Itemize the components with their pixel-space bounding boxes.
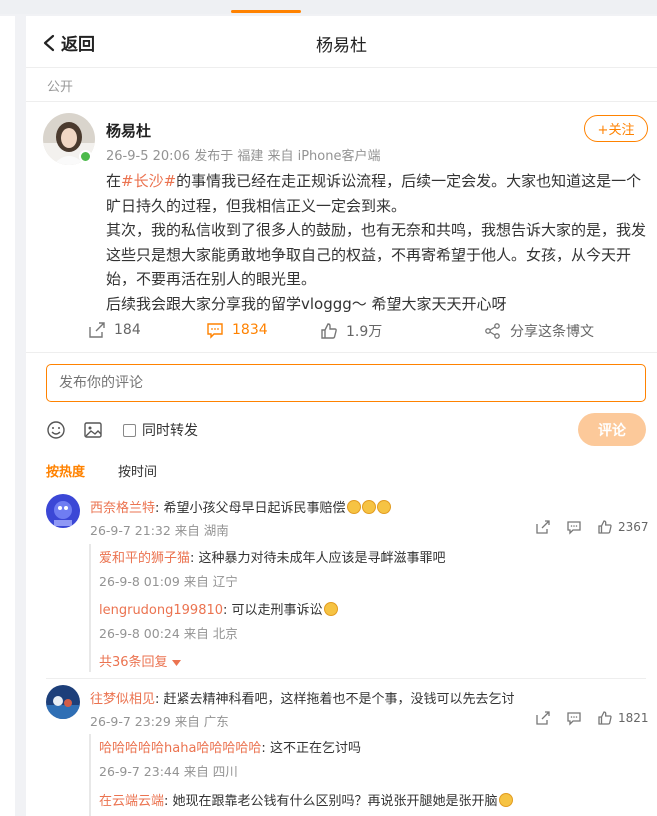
comment-text: 西奈格兰特: 希望小孩父母早日起诉民事赔偿: [90, 497, 391, 516]
comment-like-count: 1821: [618, 711, 649, 725]
repost-icon: [89, 322, 105, 338]
like-button[interactable]: 1.9万: [320, 321, 382, 341]
replier-name[interactable]: 哈哈哈哈哈haha哈哈哈哈哈: [99, 741, 261, 756]
commenter-avatar[interactable]: [46, 494, 80, 528]
reply-meta: 26-9-8 01:09 来自 辽宁: [99, 574, 238, 589]
post-text: 其次，我的私信收到了很多人的鼓励，也有无奈和共鸣，我想告诉大家的是，我发这些只是…: [106, 221, 647, 288]
top-strip: [0, 0, 657, 14]
divider: [26, 101, 657, 102]
reply-text: 在云端云端: 她现在跟靠老公钱有什么区别吗？再说张开腿她是张开脑: [99, 790, 513, 809]
reply-text: lengrudong199810: 可以走刑事诉讼: [99, 599, 338, 618]
laughing-emoji-icon: [323, 602, 338, 616]
avatar-image: [46, 494, 80, 528]
comment-repost-button[interactable]: [535, 710, 551, 726]
comment-count: 1834: [232, 322, 268, 338]
comment-icon: [207, 323, 223, 339]
comment-like-count: 2367: [618, 520, 649, 534]
post-text: 的事情我已经在走正规诉讼流程，后续一定会发。大家也知道这是一个旷日持久的过程，但…: [106, 172, 642, 215]
repost-button[interactable]: 184: [88, 321, 141, 339]
hashtag-link[interactable]: #长沙#: [121, 172, 176, 190]
avatar-image: [46, 685, 80, 719]
left-panel-edge: [0, 16, 15, 816]
reply-meta: 26-9-7 23:44 来自 四川: [99, 764, 238, 779]
checkbox[interactable]: [123, 423, 136, 437]
post-actions: 184 1834 1.9万 分享这条博文: [88, 321, 648, 345]
post-text: 后续我会跟大家分享我的留学vloggg～ 希望大家天天开心呀: [106, 294, 507, 313]
replier-name[interactable]: 爱和平的狮子猫: [99, 551, 190, 566]
emoji-icon[interactable]: [46, 420, 66, 440]
comment-repost-button[interactable]: [535, 519, 551, 535]
reply-body: 她现在跟靠老公钱有什么区别吗？再说张开腿她是张开脑: [172, 794, 498, 809]
reply-body: 可以走刑事诉讼: [231, 603, 323, 618]
visibility-label: 公开: [47, 80, 74, 95]
more-replies-label: 共36条回复: [99, 655, 168, 670]
comment-like-button[interactable]: 1821: [597, 710, 649, 726]
shocked-emoji-icon: [361, 500, 376, 514]
divider: [46, 678, 646, 679]
reply-text: 哈哈哈哈哈haha哈哈哈哈哈: 这不正在乞讨吗: [99, 741, 361, 756]
post-body: 在#长沙#的事情我已经在走正规诉讼流程，后续一定会发。大家也知道这是一个旷日持久…: [106, 169, 646, 316]
comment-meta: 26-9-7 23:29 来自 广东: [90, 714, 229, 729]
replier-name[interactable]: lengrudong199810: [99, 603, 223, 618]
like-icon: [598, 520, 612, 534]
like-count: 1.9万: [346, 324, 383, 340]
image-icon[interactable]: [83, 420, 103, 440]
comment-meta: 26-9-7 21:32 来自 湖南: [90, 523, 229, 538]
replier-name[interactable]: 在云端云端: [99, 794, 164, 809]
comment-reply-button[interactable]: [566, 710, 582, 726]
follow-button[interactable]: +关注: [584, 115, 648, 142]
like-icon: [321, 323, 337, 339]
detail-header: 返回 杨易杜: [26, 16, 657, 68]
repost-checkbox-label: 同时转发: [142, 423, 198, 439]
commenter-avatar[interactable]: [46, 685, 80, 719]
caret-down-icon: [171, 660, 181, 666]
more-replies-link[interactable]: 共36条回复: [99, 651, 181, 670]
post-detail-panel: 返回 杨易杜 公开 杨易杜 26-9-5 20:06 发布于 福建 来自 iPh…: [26, 16, 657, 816]
reply-text: 爱和平的狮子猫: 这种暴力对待未成年人应该是寻衅滋事罪吧: [99, 551, 446, 566]
sort-by-time[interactable]: 按时间: [118, 461, 157, 480]
share-button[interactable]: 分享这条博文: [484, 321, 594, 341]
sort-by-hot[interactable]: 按热度: [46, 461, 85, 480]
reply-body: 这种暴力对待未成年人应该是寻衅滋事罪吧: [198, 551, 446, 566]
commenter-name[interactable]: 往梦似相见: [90, 692, 155, 707]
commenter-name[interactable]: 西奈格兰特: [90, 501, 155, 516]
shocked-emoji-icon: [346, 500, 361, 514]
comment-like-button[interactable]: 2367: [597, 519, 649, 535]
verified-badge: [79, 150, 92, 163]
page-title: 杨易杜: [316, 36, 367, 56]
share-label: 分享这条博文: [510, 324, 594, 340]
comment-input[interactable]: [46, 364, 646, 402]
reply-meta: 26-9-8 00:24 来自 北京: [99, 626, 238, 641]
comment-body: 赶紧去精神科看吧，这样拖着也不是个事，没钱可以先去乞讨: [163, 692, 515, 707]
comment-icon: [567, 521, 581, 535]
post-text: 在: [106, 172, 122, 190]
comment-reply-button[interactable]: [566, 519, 582, 535]
share-icon: [485, 323, 500, 339]
repost-icon: [536, 711, 550, 725]
divider: [26, 352, 657, 353]
comment-icon: [567, 712, 581, 726]
laughing-emoji-icon: [498, 793, 513, 807]
author-name[interactable]: 杨易杜: [106, 120, 151, 141]
post-meta: 26-9-5 20:06 发布于 福建 来自 iPhone客户端: [106, 149, 381, 164]
active-tab-indicator: [231, 10, 301, 13]
comment-text: 往梦似相见: 赶紧去精神科看吧，这样拖着也不是个事，没钱可以先去乞讨: [90, 692, 515, 707]
shocked-emoji-icon: [376, 500, 391, 514]
submit-comment-button[interactable]: 评论: [578, 413, 646, 446]
comment-button[interactable]: 1834: [206, 321, 268, 339]
composer-tools: 同时转发 评论: [46, 413, 646, 448]
repost-checkbox[interactable]: 同时转发: [123, 420, 198, 440]
reply-body: 这不正在乞讨吗: [269, 741, 361, 756]
comment-body: 希望小孩父母早日起诉民事赔偿: [163, 501, 346, 516]
like-icon: [598, 711, 612, 725]
repost-icon: [536, 520, 550, 534]
repost-count: 184: [114, 322, 141, 338]
